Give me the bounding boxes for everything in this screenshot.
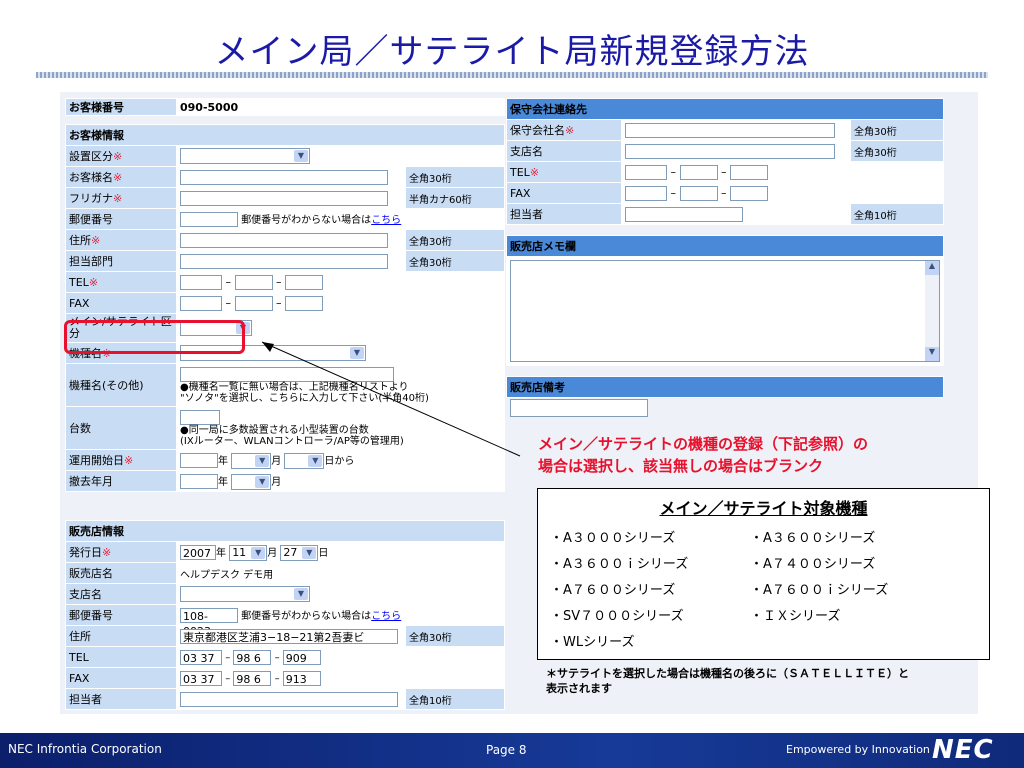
model-item: ・ＩＸシリーズ	[750, 609, 841, 624]
footer-bar: NEC Infrontia Corporation Page 8 Empower…	[0, 733, 1024, 768]
company-name: NEC Infrontia Corporation	[8, 742, 162, 756]
model-item: ・A７６００シリーズ	[550, 583, 676, 598]
tagline: Empowered by Innovation	[786, 743, 930, 756]
model-item: ・WLシリーズ	[550, 635, 635, 650]
model-item: ・SV７０００シリーズ	[550, 609, 684, 624]
models-box: メイン／サテライト対象機種 ・A３０００シリーズ ・A３６００シリーズ ・A３６…	[537, 488, 990, 660]
callout-line-1: メイン／サテライトの機種の登録（下記参照）の	[538, 435, 869, 453]
models-box-title: メイン／サテライト対象機種	[659, 499, 868, 518]
nec-logo: NEC	[932, 735, 994, 765]
page-number: Page 8	[486, 743, 527, 757]
callout-text: メイン／サテライトの機種の登録（下記参照）の 場合は選択し、該当無しの場合はブラ…	[538, 433, 988, 477]
model-item: ・A７６００ｉシリーズ	[750, 583, 889, 598]
satellite-note: ＊サテライトを選択した場合は機種名の後ろに（ＳＡＴＥＬＬＩＴＥ）と 表示されます	[546, 666, 986, 696]
satellite-note-line-1: ＊サテライトを選択した場合は機種名の後ろに（ＳＡＴＥＬＬＩＴＥ）と	[546, 667, 909, 680]
satellite-note-line-2: 表示されます	[546, 682, 612, 695]
model-item: ・A３０００シリーズ	[550, 531, 676, 546]
model-item: ・A３６００シリーズ	[750, 531, 876, 546]
callout-line-2: 場合は選択し、該当無しの場合はブランク	[538, 457, 824, 475]
model-item: ・A３６００ｉシリーズ	[550, 557, 689, 572]
model-item: ・A７４００シリーズ	[750, 557, 876, 572]
